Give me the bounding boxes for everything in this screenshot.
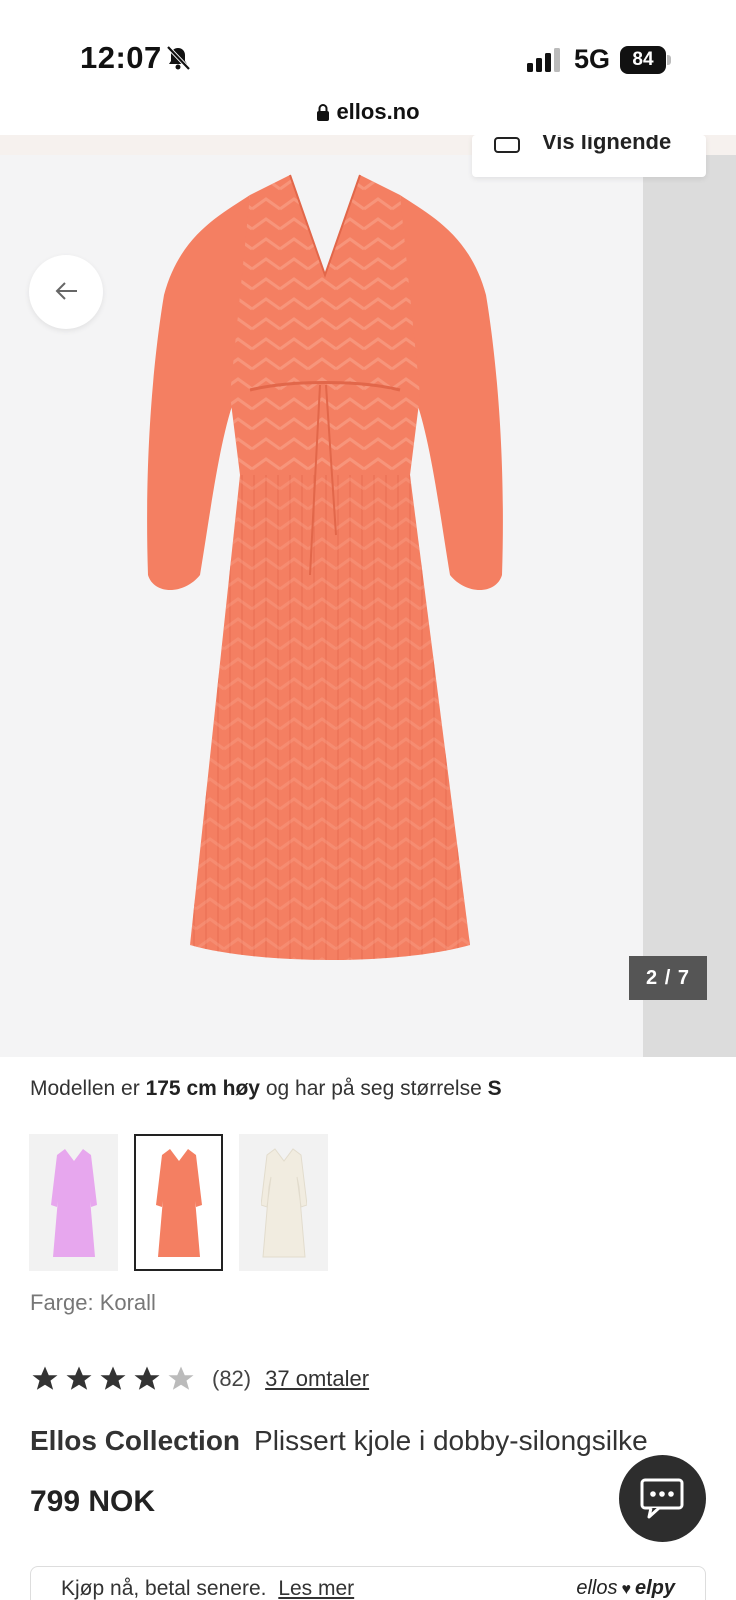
swatch-lilac[interactable]: [29, 1134, 118, 1271]
pay-later-banner: Kjøp nå, betal senere. Les mer ellos ♥ elp…: [30, 1566, 706, 1600]
model-info: Modellen er 175 cm høy og har på seg stø…: [30, 1077, 502, 1101]
model-info-prefix: Modellen er: [30, 1077, 140, 1100]
product-image-gallery[interactable]: Vis lignende 2 / 7: [0, 135, 736, 1057]
model-info-middle: og har på seg størrelse: [265, 1077, 482, 1100]
battery-tip: [667, 55, 671, 65]
url-text: ellos.no: [336, 99, 420, 124]
star-filled-icon: [100, 1366, 126, 1390]
swatch-ivory[interactable]: [239, 1134, 328, 1271]
status-bar: 12:07 5G 84: [0, 0, 736, 95]
ellos-elpy-logo: ellos ♥ elpy: [576, 1577, 675, 1600]
image-counter: 2 / 7: [629, 956, 707, 1000]
network-type: 5G: [574, 44, 611, 74]
chat-icon: [640, 1478, 684, 1519]
logo-ellos: ellos: [576, 1577, 618, 1599]
next-image-peek[interactable]: [643, 155, 736, 1057]
product-price: 799 NOK: [30, 1485, 156, 1518]
rating-stars: [30, 1364, 196, 1394]
banner-message: Kjøp nå, betal senere.: [61, 1577, 267, 1600]
model-info-size: S: [487, 1077, 502, 1100]
product-rating: (82) 37 omtaler: [30, 1364, 369, 1394]
star-filled-icon: [32, 1366, 58, 1390]
url-bar[interactable]: ellos.no: [0, 95, 736, 135]
battery-level: 84: [620, 46, 666, 74]
color-label: Farge: Korall: [30, 1290, 156, 1315]
similar-icon: [494, 137, 520, 153]
chat-button[interactable]: [619, 1455, 706, 1542]
show-similar-button[interactable]: Vis lignende: [472, 135, 706, 177]
logo-elpy: elpy: [634, 1577, 675, 1599]
reviews-link[interactable]: 37 omtaler: [265, 1366, 369, 1392]
signal-icon: [527, 48, 560, 72]
rating-count: (82): [212, 1366, 252, 1391]
back-button[interactable]: [29, 255, 103, 329]
color-swatches: [29, 1134, 328, 1271]
product-image: [147, 174, 503, 960]
star-empty-icon: [168, 1366, 194, 1390]
star-filled-icon: [134, 1366, 160, 1390]
star-filled-icon: [66, 1366, 92, 1390]
swatch-coral-selected[interactable]: [134, 1134, 223, 1271]
status-time: 12:07: [80, 40, 162, 75]
url-inner: ellos.no: [316, 99, 420, 125]
product-title: Ellos Collection Plissert kjole i dobby-s…: [30, 1425, 648, 1457]
back-arrow-icon: [55, 282, 77, 300]
lock-icon: [317, 104, 330, 121]
swatch-ivory-dress: [260, 1147, 307, 1257]
model-info-height: 175 cm høy: [145, 1077, 260, 1100]
bell-muted-icon: [166, 45, 191, 71]
swatch-coral-dress: [155, 1148, 202, 1257]
battery-icon: 84: [620, 46, 672, 74]
product-name: Plissert kjole i dobby-silongsilke: [254, 1425, 648, 1456]
banner-text: Kjøp nå, betal senere. Les mer: [61, 1577, 354, 1600]
show-similar-label: Vis lignende: [542, 135, 672, 154]
heart-icon: ♥: [621, 1581, 631, 1598]
banner-read-more-link[interactable]: Les mer: [278, 1577, 354, 1600]
product-brand[interactable]: Ellos Collection: [30, 1425, 240, 1456]
swatch-lilac-dress: [50, 1148, 97, 1257]
